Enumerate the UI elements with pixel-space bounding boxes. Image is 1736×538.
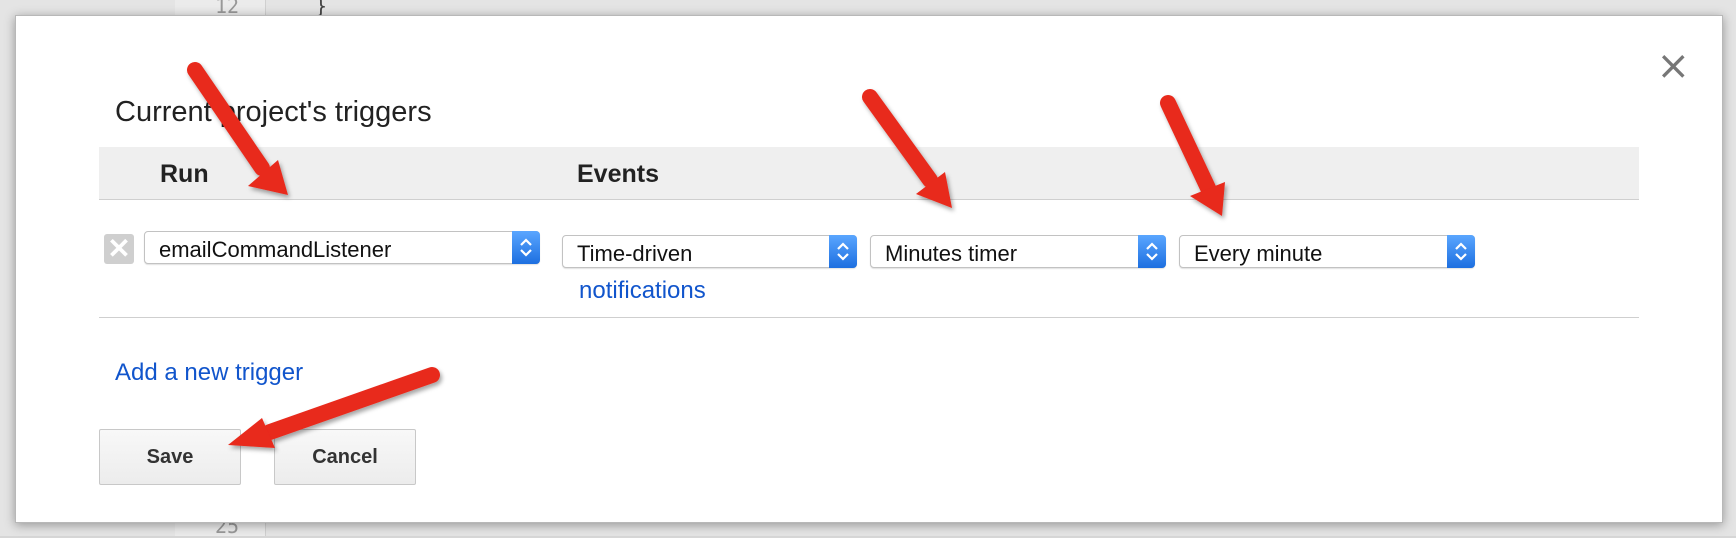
chevron-updown-icon (1138, 235, 1166, 268)
close-icon[interactable]: × (1656, 46, 1690, 86)
save-button[interactable]: Save (99, 429, 241, 485)
chevron-updown-icon (829, 235, 857, 268)
column-header-run: Run (160, 160, 209, 188)
interval-value: Every minute (1194, 241, 1323, 266)
interval-select[interactable]: Every minute (1179, 235, 1475, 268)
add-trigger-link[interactable]: Add a new trigger (115, 359, 303, 387)
remove-trigger-icon[interactable]: ✕ (104, 234, 134, 264)
timer-type-value: Minutes timer (885, 241, 1018, 266)
cancel-button[interactable]: Cancel (274, 429, 416, 485)
dialog-title: Current project's triggers (115, 96, 432, 128)
chevron-updown-icon (512, 231, 540, 264)
triggers-dialog: × Current project's triggers Run Events … (15, 15, 1723, 523)
timer-type-select[interactable]: Minutes timer (870, 235, 1166, 268)
notifications-link[interactable]: notifications (579, 277, 706, 305)
row-divider (99, 317, 1639, 318)
triggers-table-header: Run Events (99, 147, 1639, 200)
chevron-updown-icon (1447, 235, 1475, 268)
column-header-events: Events (577, 160, 659, 188)
run-function-select[interactable]: emailCommandListener (144, 231, 540, 264)
run-function-value: emailCommandListener (159, 237, 392, 262)
event-source-select[interactable]: Time-driven (562, 235, 857, 268)
event-source-value: Time-driven (577, 241, 693, 266)
